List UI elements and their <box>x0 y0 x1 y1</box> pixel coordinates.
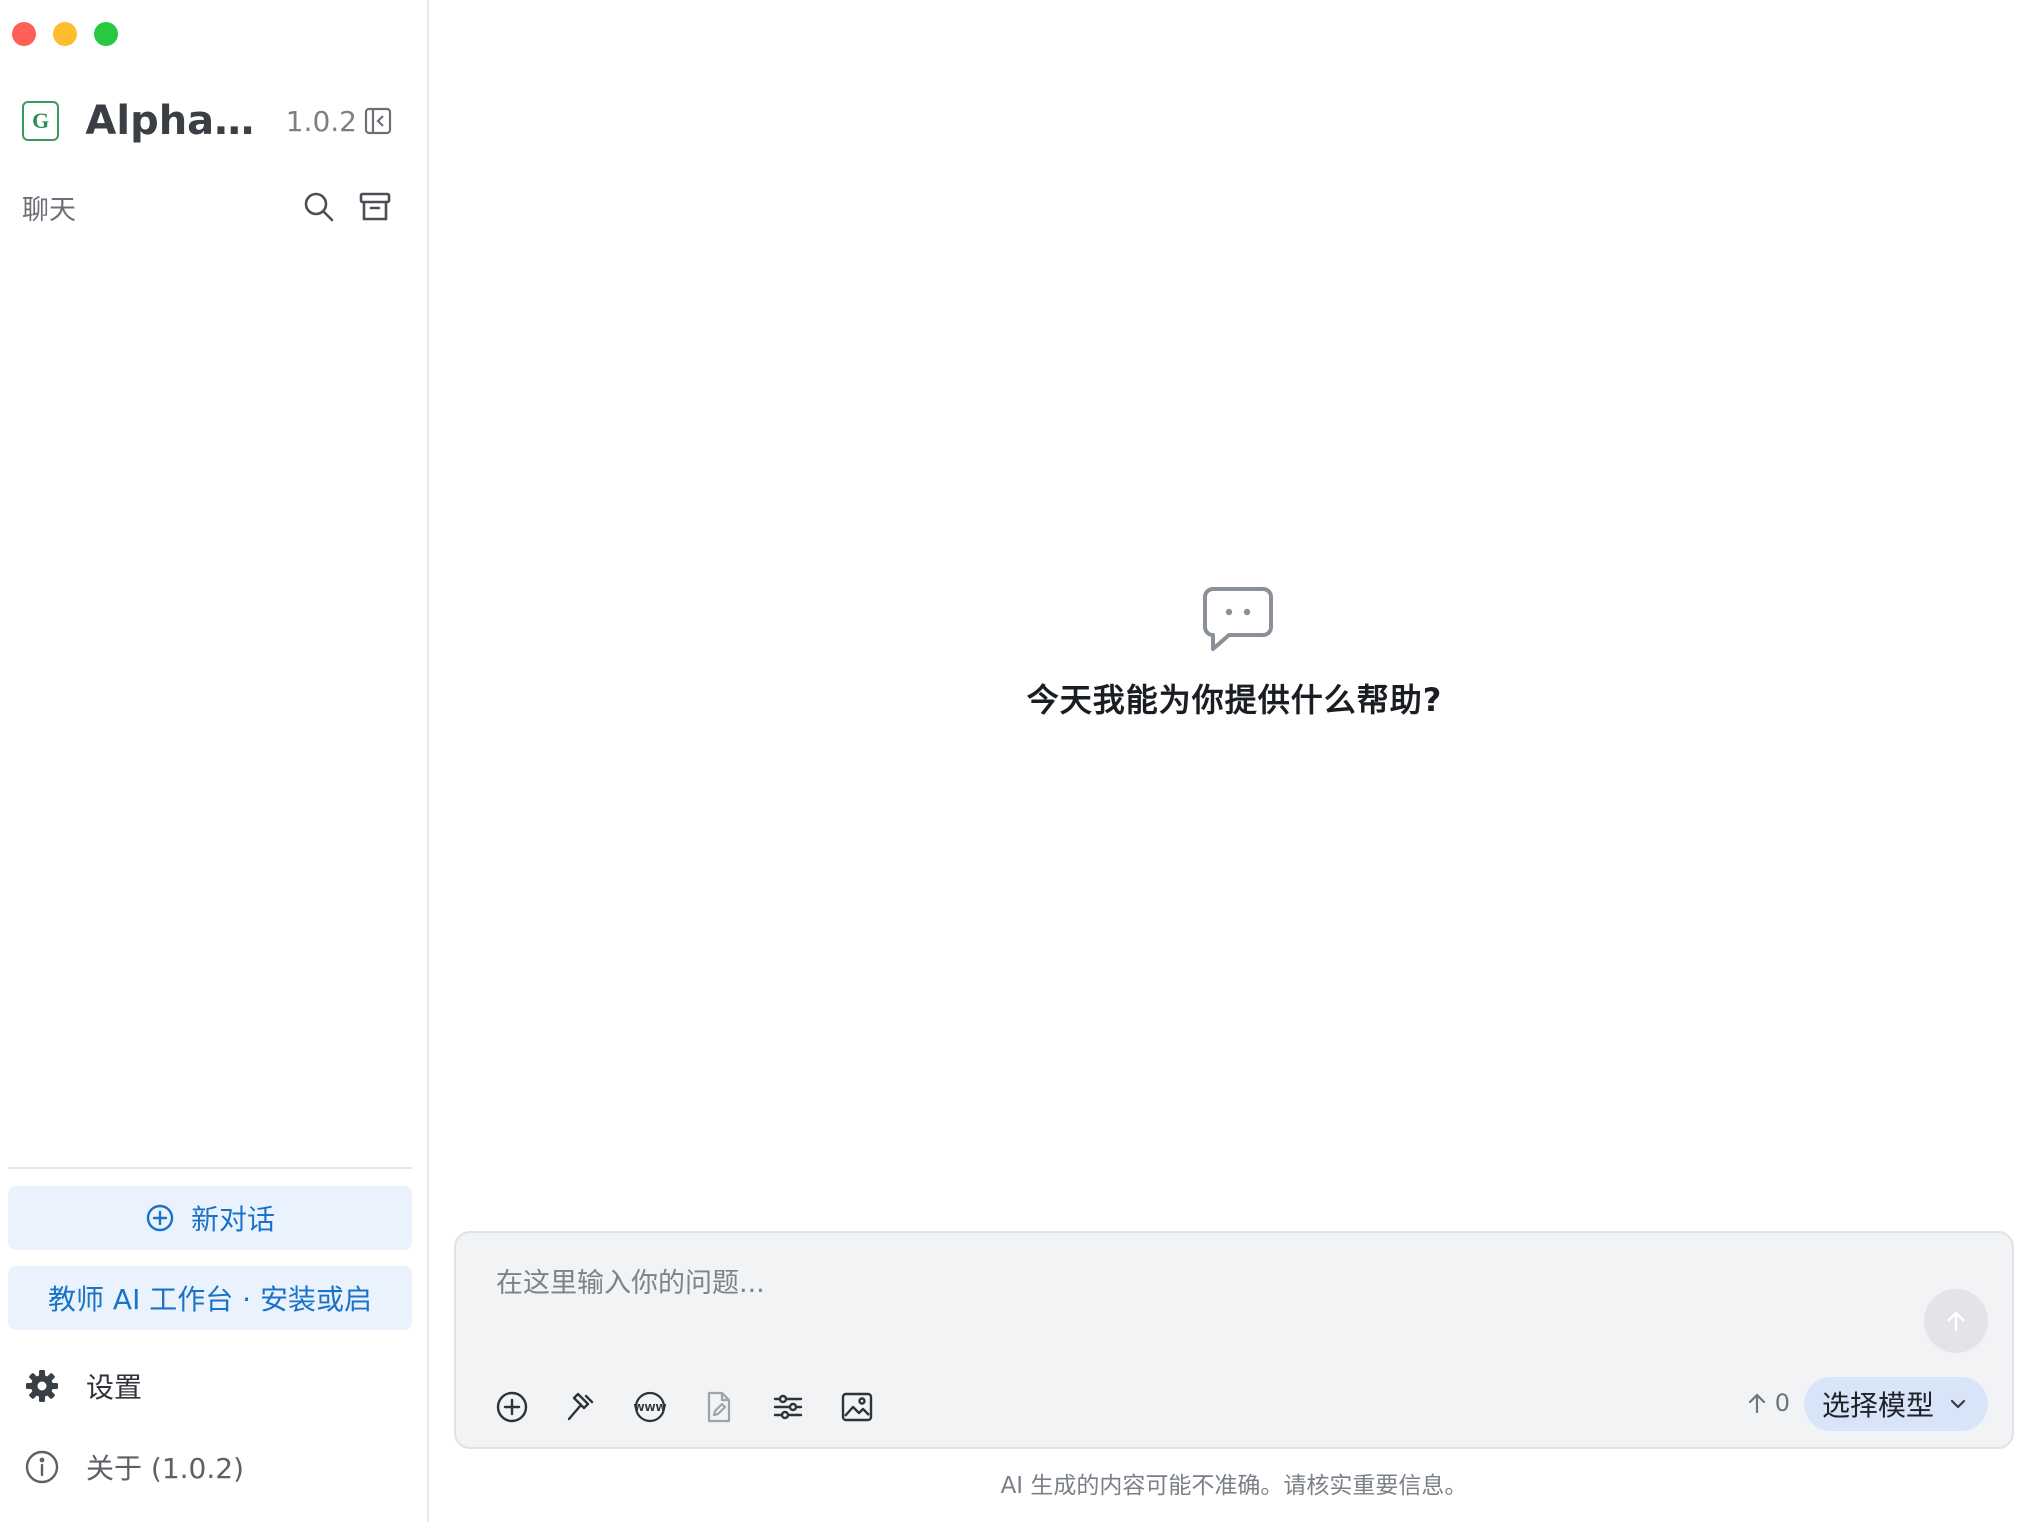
teacher-workbench-label: 教师 AI 工作台 · 安装或启 <box>48 1283 372 1316</box>
chat-bubble-icon <box>1202 587 1273 651</box>
token-count-value: 0 <box>1774 1389 1790 1417</box>
archive-icon[interactable] <box>357 189 393 225</box>
app-name: AlphaT... <box>85 98 262 144</box>
image-icon[interactable] <box>839 1389 875 1425</box>
info-icon <box>22 1447 62 1487</box>
arrow-up-icon <box>1947 1311 1965 1332</box>
teacher-workbench-button[interactable]: 教师 AI 工作台 · 安装或启 <box>8 1266 412 1330</box>
window-controls <box>12 22 118 46</box>
close-window-button[interactable] <box>12 22 36 46</box>
app-logo-letter: G <box>32 108 50 133</box>
new-chat-label: 新对话 <box>190 1203 275 1236</box>
sidebar: G AlphaT... 1.0.2 聊天 新对话 教师 AI 工作台 · 安装或… <box>0 0 429 1522</box>
about-menu-item[interactable]: 关于 (1.0.2) <box>22 1443 402 1491</box>
message-input[interactable] <box>496 1261 1876 1321</box>
gear-icon <box>22 1366 62 1406</box>
empty-state: 今天我能为你提供什么帮助? <box>431 585 2038 721</box>
hammer-icon[interactable] <box>563 1389 599 1425</box>
app-version: 1.0.2 <box>285 104 357 138</box>
search-icon[interactable] <box>301 189 337 225</box>
sidebar-divider <box>8 1167 412 1169</box>
token-counter: 0 <box>1747 1389 1790 1417</box>
www-icon[interactable]: WWW <box>632 1389 668 1425</box>
ai-disclaimer: AI 生成的内容可能不准确。请核实重要信息。 <box>1000 1473 1468 1499</box>
composer-toolbar: WWW <box>494 1389 875 1425</box>
arrow-up-icon <box>1748 1393 1765 1414</box>
send-button[interactable] <box>1924 1289 1988 1353</box>
minimize-window-button[interactable] <box>53 22 77 46</box>
zoom-window-button[interactable] <box>94 22 118 46</box>
svg-text:WWW: WWW <box>633 1403 666 1414</box>
new-chat-button[interactable]: 新对话 <box>8 1186 412 1250</box>
sliders-icon[interactable] <box>770 1389 806 1425</box>
settings-label: 设置 <box>86 1371 143 1404</box>
chevron-down-icon <box>1950 1399 1966 1409</box>
model-select-dropdown[interactable]: 选择模型 <box>1803 1377 1988 1431</box>
app-header: G AlphaT... 1.0.2 <box>22 98 393 144</box>
section-title: 聊天 <box>22 194 76 226</box>
chat-section-header: 聊天 <box>22 186 393 228</box>
greeting-text: 今天我能为你提供什么帮助? <box>1026 681 1443 719</box>
document-edit-icon[interactable] <box>701 1389 737 1425</box>
plus-circle-icon[interactable] <box>494 1389 530 1425</box>
model-select-label: 选择模型 <box>1821 1389 1934 1422</box>
plus-circle-icon <box>146 1204 174 1232</box>
message-composer: WWW <box>454 1231 2014 1449</box>
settings-menu-item[interactable]: 设置 <box>22 1362 402 1410</box>
about-label: 关于 (1.0.2) <box>86 1452 244 1485</box>
chat-main: 今天我能为你提供什么帮助? 在这里输入你的问题... WWW 0 选择模型 AI… <box>431 0 2038 1522</box>
sidebar-collapse-icon[interactable] <box>363 106 393 136</box>
app-logo: G <box>22 101 60 141</box>
